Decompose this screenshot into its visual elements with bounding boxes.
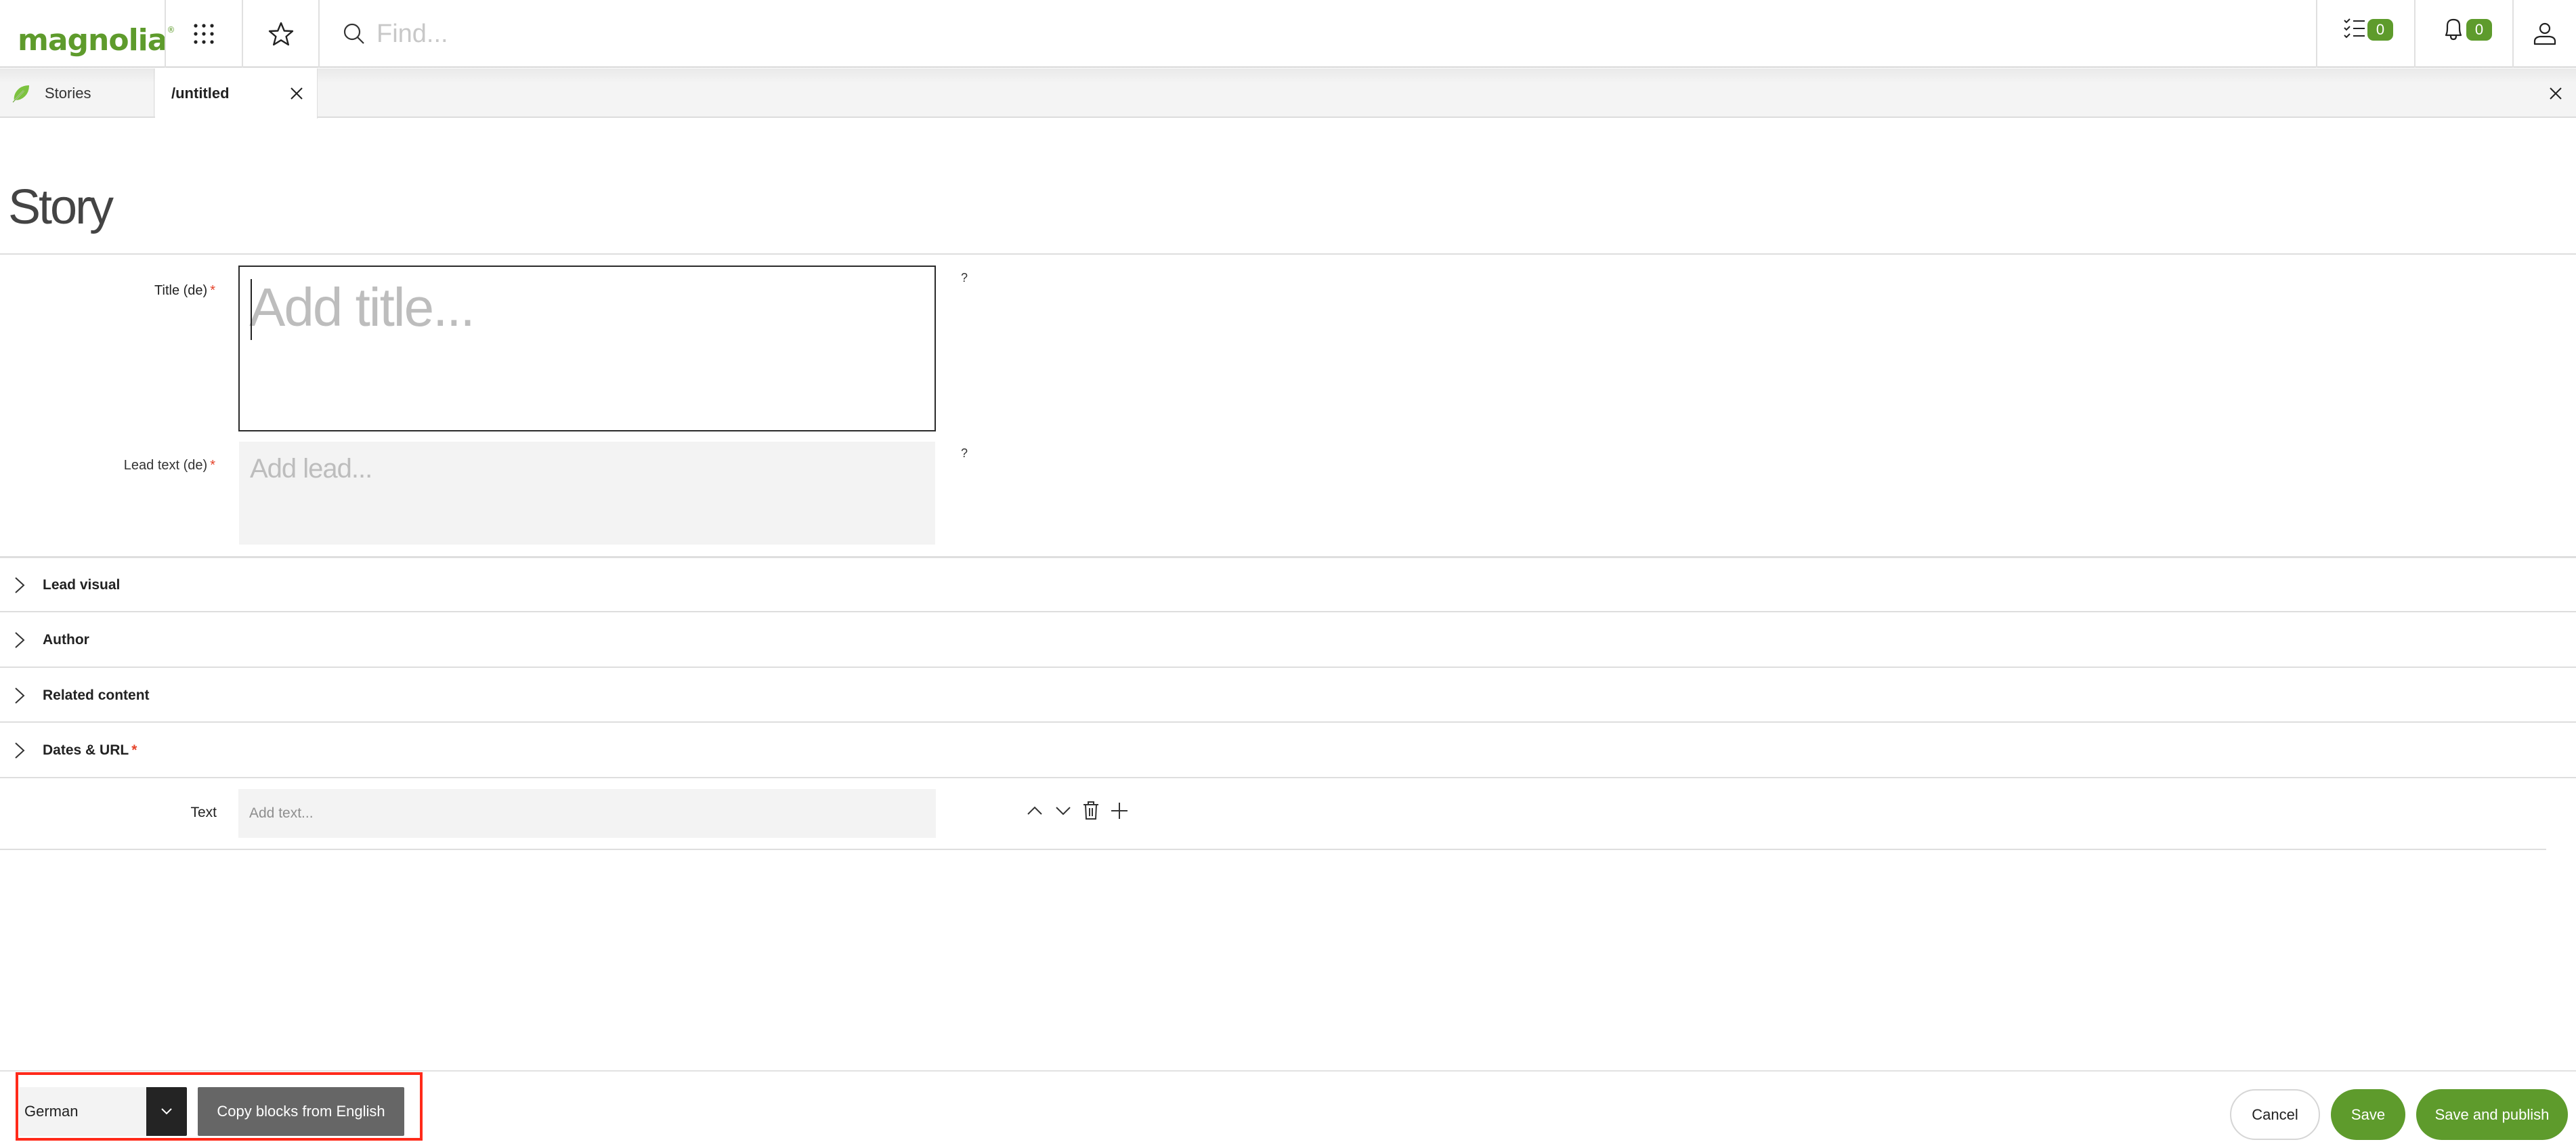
tab-label: /untitled: [171, 85, 230, 102]
cancel-button[interactable]: Cancel: [2230, 1089, 2320, 1140]
save-and-publish-button[interactable]: Save and publish: [2416, 1089, 2568, 1140]
tab-bar: Stories /untitled: [0, 68, 2576, 119]
logo-text: magnolia: [18, 23, 167, 58]
section-label: Dates & URL *: [43, 742, 137, 759]
search-input[interactable]: [377, 19, 2205, 49]
tab-label: Stories: [45, 84, 91, 102]
title-help-icon[interactable]: ?: [961, 271, 968, 285]
delete-block-button[interactable]: [1081, 801, 1101, 821]
section-dates-url[interactable]: Dates & URL *: [0, 723, 2576, 778]
section-label: Lead visual: [43, 577, 120, 593]
chevron-down-icon: [161, 1108, 172, 1115]
notifications-button[interactable]: 0: [2416, 0, 2513, 68]
text-cursor: [251, 279, 252, 340]
app-launcher-button[interactable]: [166, 0, 242, 68]
lead-input[interactable]: [239, 442, 935, 545]
search-icon: [343, 23, 364, 44]
section-label-text: Dates & URL: [43, 742, 129, 758]
top-bar: magnolia® 0 0: [0, 0, 2576, 68]
divider: [0, 849, 2546, 850]
move-up-button[interactable]: [1025, 801, 1045, 821]
chevron-up-icon: [1027, 806, 1042, 815]
close-icon[interactable]: [2550, 87, 2562, 100]
title-field[interactable]: [238, 266, 936, 431]
lead-field[interactable]: [239, 442, 935, 545]
tab-untitled[interactable]: /untitled: [155, 68, 318, 119]
section-label: Author: [43, 632, 89, 648]
tasks-count-badge: 0: [2367, 19, 2393, 41]
section-label-text: Author: [43, 631, 89, 648]
lead-field-label: Lead text (de) *: [41, 458, 215, 473]
user-menu-button[interactable]: [2514, 0, 2576, 68]
notifications-count-badge: 0: [2466, 19, 2492, 41]
divider: [0, 253, 2576, 255]
chevron-right-icon: [15, 742, 25, 759]
bell-icon: [2445, 18, 2462, 41]
chevron-right-icon: [15, 688, 25, 704]
footer-divider: [0, 1070, 2576, 1072]
lead-help-icon[interactable]: ?: [961, 446, 968, 461]
language-select[interactable]: German: [19, 1087, 187, 1136]
leaf-icon: [12, 85, 29, 103]
section-label-text: Related content: [43, 687, 150, 703]
tab-stories[interactable]: Stories: [0, 68, 154, 118]
search-bar[interactable]: [343, 14, 2293, 54]
chevron-right-icon: [15, 632, 25, 648]
plus-icon: [1111, 803, 1128, 819]
task-list-icon: [2344, 18, 2365, 39]
text-field[interactable]: [238, 789, 936, 838]
magnolia-logo[interactable]: magnolia®: [18, 9, 175, 61]
page-title: Story: [8, 180, 114, 234]
copy-blocks-button[interactable]: Copy blocks from English: [198, 1087, 404, 1136]
add-block-button[interactable]: [1109, 801, 1130, 821]
tasks-button[interactable]: 0: [2317, 0, 2415, 68]
close-tab-icon[interactable]: [291, 87, 303, 100]
section-lead-visual[interactable]: Lead visual: [0, 557, 2576, 612]
favorites-button[interactable]: [243, 0, 319, 68]
required-asterisk: *: [210, 458, 215, 473]
divider: [0, 777, 2576, 778]
chevron-down-icon: [1056, 807, 1071, 816]
star-icon: [268, 22, 294, 46]
text-block-label: Text: [190, 805, 217, 820]
trash-icon: [1083, 801, 1098, 820]
separator: [318, 0, 320, 68]
save-button[interactable]: Save: [2331, 1089, 2405, 1140]
language-select-value: German: [24, 1103, 79, 1120]
user-icon: [2533, 22, 2556, 45]
text-input[interactable]: [238, 789, 936, 838]
title-input[interactable]: [240, 267, 935, 430]
required-asterisk: *: [131, 742, 137, 758]
required-asterisk: *: [210, 283, 215, 298]
section-label: Related content: [43, 688, 150, 704]
language-dropdown-toggle[interactable]: [146, 1087, 187, 1136]
section-author[interactable]: Author: [0, 612, 2576, 667]
section-label-text: Lead visual: [43, 576, 121, 593]
section-related-content[interactable]: Related content: [0, 668, 2576, 723]
chevron-right-icon: [15, 577, 25, 593]
label-text: Lead text (de): [123, 458, 208, 473]
title-field-label: Title (de) *: [68, 283, 215, 299]
move-down-button[interactable]: [1053, 801, 1073, 821]
grid-dots-icon: [194, 24, 214, 44]
label-text: Title (de): [154, 283, 208, 298]
